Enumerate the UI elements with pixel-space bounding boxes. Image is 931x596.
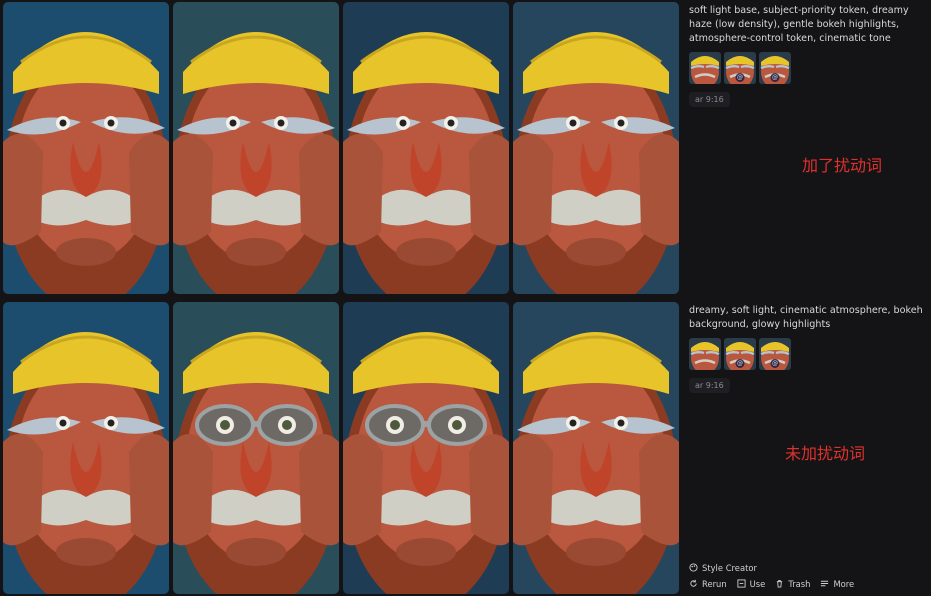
generation-row-perturbed: soft light base, subject-priority token,…: [0, 0, 931, 296]
trash-label: Trash: [788, 578, 811, 589]
palette-icon: [689, 563, 698, 572]
annotation-label: 加了扰动词: [802, 156, 883, 175]
aspect-ratio-chip[interactable]: ar 9:16: [689, 92, 730, 107]
prompt-panel: soft light base, subject-priority token,…: [689, 4, 925, 107]
prompt-text: soft light base, subject-priority token,…: [689, 5, 909, 44]
refresh-icon: [689, 579, 698, 588]
more-label: More: [833, 578, 855, 589]
badge-icon: @: [770, 73, 780, 82]
badge-icon: @: [735, 359, 745, 368]
generated-image-8[interactable]: [513, 302, 679, 594]
reference-thumb[interactable]: [689, 338, 721, 370]
prompt-text: dreamy, soft light, cinematic atmosphere…: [689, 305, 923, 330]
reference-thumbnails: @ @: [689, 52, 925, 84]
generated-image-4[interactable]: [513, 2, 679, 294]
aspect-ratio-chip[interactable]: ar 9:16: [689, 378, 730, 393]
generated-image-3[interactable]: [343, 2, 509, 294]
prompt-panel: dreamy, soft light, cinematic atmosphere…: [689, 304, 925, 393]
generated-image-7[interactable]: [343, 302, 509, 594]
rerun-label: Rerun: [702, 578, 727, 589]
use-label: Use: [749, 578, 766, 589]
generated-image-5[interactable]: [3, 302, 169, 594]
annotation-label: 未加扰动词: [785, 444, 866, 463]
rerun-button[interactable]: Rerun: [689, 579, 727, 589]
reference-thumb[interactable]: @: [759, 52, 791, 84]
reference-thumbnails: @ @: [689, 338, 925, 370]
style-creator-label: Style Creator: [702, 562, 757, 573]
more-button[interactable]: More: [820, 579, 854, 589]
reference-thumb[interactable]: @: [759, 338, 791, 370]
reference-thumb[interactable]: @: [724, 338, 756, 370]
badge-icon: @: [770, 359, 780, 368]
menu-icon: [820, 579, 829, 588]
reference-thumb[interactable]: @: [724, 52, 756, 84]
use-button[interactable]: Use: [737, 578, 766, 589]
trash-icon: [775, 579, 784, 588]
action-bar: Style Creator Rerun Use Trash More: [689, 561, 925, 590]
generated-image-6[interactable]: [173, 302, 339, 594]
badge-icon: @: [735, 73, 745, 82]
use-icon: [737, 579, 746, 588]
style-creator-button[interactable]: Style Creator: [689, 563, 757, 573]
trash-button[interactable]: Trash: [775, 579, 810, 589]
generation-row-plain: dreamy, soft light, cinematic atmosphere…: [0, 300, 931, 596]
reference-thumb[interactable]: [689, 52, 721, 84]
generated-image-2[interactable]: [173, 2, 339, 294]
generated-image-1[interactable]: [3, 2, 169, 294]
